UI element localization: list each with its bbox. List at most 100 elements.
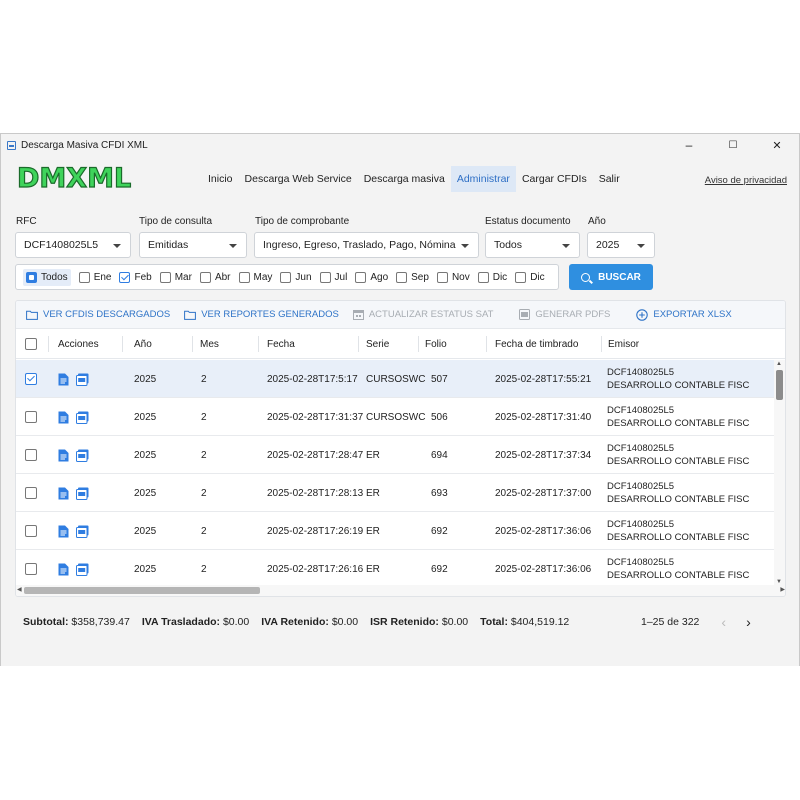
- cell-mes: 2: [201, 563, 207, 575]
- row-checkbox[interactable]: [25, 550, 41, 588]
- month-checkbox-may[interactable]: May: [238, 271, 272, 283]
- month-checkbox-ene[interactable]: Ene: [78, 271, 111, 283]
- table-row[interactable]: 2025 2 2025-02-28T17:31:37 CURSOSWC 506 2025-…: [16, 398, 776, 436]
- table-row[interactable]: 2025 2 2025-02-28T17:28:47 ER 694 2025-02-28T…: [16, 436, 776, 474]
- xml-document-icon[interactable]: [58, 373, 69, 386]
- xml-document-icon[interactable]: [58, 449, 69, 462]
- pdf-icon[interactable]: [76, 411, 89, 424]
- table-row[interactable]: 2025 2 2025-02-28T17:28:13 ER 693 2025-02-28T…: [16, 474, 776, 512]
- maximize-button[interactable]: ☐: [711, 134, 755, 156]
- ver-cfdis-button[interactable]: VER CFDIS DESCARGADOS: [26, 309, 170, 320]
- subtotal-value: $358,739.47: [71, 616, 130, 628]
- cell-anio: 2025: [134, 563, 157, 575]
- generar-pdfs-button[interactable]: GENERAR PDFS: [519, 309, 610, 320]
- header-folio[interactable]: Folio: [425, 329, 447, 359]
- vertical-scrollbar[interactable]: ▲ ▼: [774, 360, 785, 586]
- row-actions: [58, 436, 96, 474]
- month-checkbox-mar[interactable]: Mar: [159, 271, 192, 283]
- row-checkbox[interactable]: [25, 398, 41, 436]
- row-actions: [58, 512, 96, 550]
- pdf-icon[interactable]: [76, 563, 89, 576]
- nav-item-salir[interactable]: Salir: [593, 166, 626, 192]
- nav-item-cargar-cfdis[interactable]: Cargar CFDIs: [516, 166, 593, 192]
- pagination: 1–25 de 322 ‹ ›: [641, 602, 751, 642]
- xml-document-icon[interactable]: [58, 411, 69, 424]
- table-row[interactable]: 2025 2 2025-02-28T17:26:16 ER 692 2025-02-28T…: [16, 550, 776, 588]
- emisor-rfc: DCF1408025L5: [607, 481, 675, 492]
- isr-retenido-value: $0.00: [441, 616, 469, 628]
- row-checkbox[interactable]: [25, 436, 41, 474]
- header-anio[interactable]: Año: [134, 329, 152, 359]
- row-checkbox[interactable]: [25, 512, 41, 550]
- header-fecha-timbrado[interactable]: Fecha de timbrado: [495, 329, 578, 359]
- ver-reportes-button[interactable]: VER REPORTES GENERADOS: [184, 309, 339, 320]
- pdf-icon[interactable]: [76, 525, 89, 538]
- exportar-xlsx-button[interactable]: EXPORTAR XLSX: [636, 308, 732, 321]
- pdf-icon[interactable]: [76, 487, 89, 500]
- total-label: Total:: [480, 616, 508, 628]
- xml-document-icon[interactable]: [58, 563, 69, 576]
- estatus-value: Todos: [494, 239, 523, 251]
- header-acciones[interactable]: Acciones: [58, 329, 99, 359]
- pdf-icon[interactable]: [76, 449, 89, 462]
- horizontal-scrollbar[interactable]: ◀ ▶: [16, 585, 785, 596]
- month-checkbox-dic[interactable]: Dic: [477, 271, 507, 283]
- row-checkbox[interactable]: [25, 360, 41, 398]
- header-mes[interactable]: Mes: [200, 329, 219, 359]
- header-fecha[interactable]: Fecha: [267, 329, 295, 359]
- table-row[interactable]: 2025 2 2025-02-28T17:5:17 CURSOSWC 507 2025-0…: [16, 360, 776, 398]
- minimize-button[interactable]: –: [667, 134, 711, 156]
- close-button[interactable]: ✕: [755, 134, 799, 156]
- tipo-consulta-value: Emitidas: [148, 239, 189, 251]
- checkbox-icon: [515, 271, 527, 283]
- emisor-nombre: DESARROLLO CONTABLE FISC: [607, 380, 750, 391]
- tipo-consulta-select[interactable]: Emitidas: [139, 232, 247, 258]
- estatus-select[interactable]: Todos: [485, 232, 580, 258]
- month-checkbox-ago[interactable]: Ago: [355, 271, 389, 283]
- month-checkbox-sep[interactable]: Sep: [396, 271, 429, 283]
- month-checkbox-feb[interactable]: Feb: [119, 271, 152, 283]
- month-checkbox-abr[interactable]: Abr: [199, 271, 231, 283]
- emisor-rfc: DCF1408025L5: [607, 405, 675, 416]
- select-all-checkbox[interactable]: [25, 329, 41, 359]
- dmxml-logo[interactable]: DMXML: [15, 162, 133, 197]
- tipo-consulta-label: Tipo de consulta: [139, 216, 213, 227]
- month-label: Ago: [370, 271, 389, 283]
- nav-item-inicio[interactable]: Inicio: [202, 166, 239, 192]
- month-checkbox-dic[interactable]: Dic: [515, 271, 545, 283]
- month-checkbox-jun[interactable]: Jun: [280, 271, 312, 283]
- checkbox-icon: [436, 271, 448, 283]
- tipo-comprobante-select[interactable]: Ingreso, Egreso, Traslado, Pago, Nómina: [254, 232, 479, 258]
- buscar-button[interactable]: BUSCAR: [569, 264, 653, 290]
- nav-item-descarga-masiva[interactable]: Descarga masiva: [358, 166, 451, 192]
- cell-fecha: 2025-02-28T17:28:13: [267, 487, 364, 499]
- cell-serie: ER: [366, 487, 380, 499]
- anio-select[interactable]: 2025: [587, 232, 655, 258]
- header-emisor[interactable]: Emisor: [608, 329, 639, 359]
- emisor-nombre: DESARROLLO CONTABLE FISC: [607, 418, 750, 429]
- subtotal-label: Subtotal:: [23, 616, 69, 628]
- checkbox-icon: [280, 271, 292, 283]
- pdf-icon[interactable]: [76, 373, 89, 386]
- header-serie[interactable]: Serie: [366, 329, 389, 359]
- privacy-link[interactable]: Aviso de privacidad: [705, 175, 787, 186]
- cell-folio: 692: [431, 525, 448, 537]
- prev-page-button[interactable]: ‹: [721, 614, 726, 630]
- xml-document-icon[interactable]: [58, 487, 69, 500]
- actualizar-estatus-label: ACTUALIZAR ESTATUS SAT: [368, 309, 494, 320]
- month-checkbox-todos[interactable]: Todos: [23, 268, 71, 286]
- next-page-button[interactable]: ›: [746, 614, 751, 630]
- rfc-label: RFC: [16, 216, 37, 227]
- table-row[interactable]: 2025 2 2025-02-28T17:26:19 ER 692 2025-02-28T…: [16, 512, 776, 550]
- nav-item-administrar[interactable]: Administrar: [450, 166, 516, 192]
- actualizar-estatus-button[interactable]: ACTUALIZAR ESTATUS SAT: [352, 309, 494, 320]
- month-checkbox-nov[interactable]: Nov: [436, 271, 470, 283]
- xml-document-icon[interactable]: [58, 525, 69, 538]
- emisor-nombre: DESARROLLO CONTABLE FISC: [607, 494, 750, 505]
- cell-fecha-timbrado: 2025-02-28T17:37:00: [495, 487, 592, 499]
- row-checkbox[interactable]: [25, 474, 41, 512]
- rfc-select[interactable]: DCF1408025L5: [15, 232, 131, 258]
- checkbox-icon: [238, 271, 250, 283]
- month-checkbox-jul[interactable]: Jul: [319, 271, 347, 283]
- nav-item-descarga-web-service[interactable]: Descarga Web Service: [239, 166, 358, 192]
